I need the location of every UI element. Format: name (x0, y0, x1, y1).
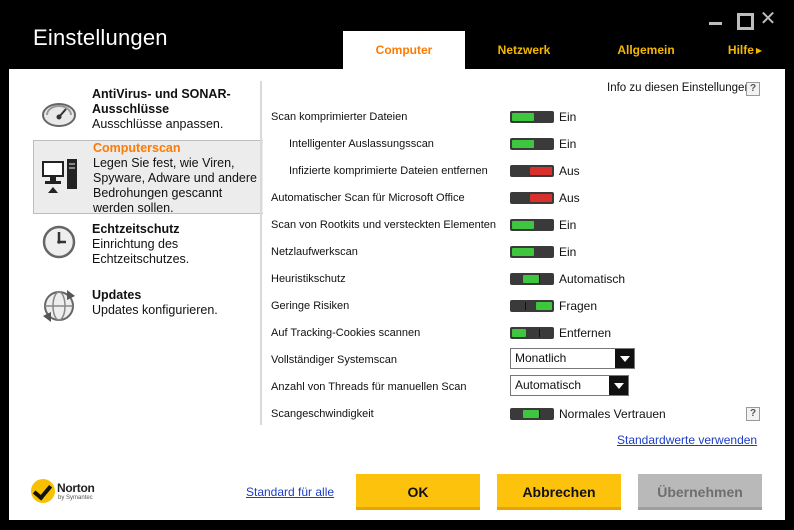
setting-value: Automatisch (559, 272, 626, 286)
setting-row: Vollständiger Systemscan Monatlich (271, 348, 781, 370)
close-button[interactable]: ✕ (759, 8, 777, 30)
setting-toggle[interactable] (510, 165, 554, 177)
sidebar-item-title: Computerscan (93, 141, 181, 155)
tab-hilfe[interactable]: Hilfe ▶ (720, 31, 770, 69)
setting-value: Ein (559, 110, 577, 124)
setting-label: Scangeschwindigkeit (271, 408, 374, 420)
setting-slider[interactable] (510, 327, 554, 339)
setting-value: Ein (559, 137, 577, 151)
setting-label: Intelligenter Auslassungsscan (289, 138, 434, 150)
help-question-icon[interactable]: ? (746, 407, 760, 421)
sidebar-item-title: Updates (92, 288, 142, 302)
setting-row: Geringe Risiken Fragen (271, 296, 781, 316)
setting-label: Scan von Rootkits und versteckten Elemen… (271, 219, 497, 231)
norton-brand: Norton (57, 481, 95, 495)
setting-toggle[interactable] (510, 192, 554, 204)
sidebar-item-title: AntiVirus- und SONAR-Ausschlüsse (92, 87, 231, 116)
setting-label: Auf Tracking-Cookies scannen (271, 327, 421, 339)
threads-select[interactable]: Automatisch (510, 375, 629, 396)
setting-value: Aus (559, 164, 580, 178)
setting-label: Infizierte komprimierte Dateien entferne… (289, 165, 488, 177)
sidebar-item-desc: Ausschlüsse anpassen. (92, 117, 224, 131)
select-value: Automatisch (515, 378, 582, 392)
setting-toggle[interactable] (510, 111, 554, 123)
tab-hilfe-label: Hilfe (727, 43, 754, 57)
sidebar-item-text: Echtzeitschutz Einrichtung des Echtzeits… (92, 222, 262, 267)
sidebar-item-desc: Legen Sie fest, wie Viren, Spyware, Adwa… (93, 156, 257, 215)
setting-slider[interactable] (510, 300, 554, 312)
setting-row: Infizierte komprimierte Dateien entferne… (271, 161, 781, 181)
tab-computer[interactable]: Computer (343, 31, 465, 69)
sidebar-item-desc: Updates konfigurieren. (92, 303, 218, 317)
setting-row: Scan komprimierter Dateien Ein (271, 107, 781, 127)
apply-button[interactable]: Übernehmen (638, 474, 762, 510)
sidebar-item-computerscan[interactable]: Computerscan Legen Sie fest, wie Viren, … (33, 140, 263, 216)
norton-check-icon (31, 479, 55, 503)
ok-button[interactable]: OK (356, 474, 480, 510)
setting-slider[interactable] (510, 273, 554, 285)
sidebar-item-text: Updates Updates konfigurieren. (92, 288, 262, 318)
chevron-down-icon (609, 376, 628, 395)
chevron-down-icon (615, 349, 634, 368)
close-icon: ✕ (759, 8, 777, 30)
setting-row: Auf Tracking-Cookies scannen Entfernen (271, 323, 781, 343)
setting-label: Automatischer Scan für Microsoft Office (271, 192, 465, 204)
setting-toggle[interactable] (510, 138, 554, 150)
setting-value: Ein (559, 245, 577, 259)
setting-row: Automatischer Scan für Microsoft Office … (271, 188, 781, 208)
sidebar-item-antivirus-exclusions[interactable]: AntiVirus- und SONAR-Ausschlüsse Ausschl… (33, 87, 263, 137)
maximize-button[interactable] (735, 10, 754, 30)
clock-icon (42, 225, 76, 259)
setting-toggle[interactable] (510, 219, 554, 231)
setting-row: Heuristikschutz Automatisch (271, 269, 781, 289)
sidebar-item-text: Computerscan Legen Sie fest, wie Viren, … (93, 141, 263, 216)
help-question-icon[interactable]: ? (746, 82, 760, 96)
info-settings-label[interactable]: Info zu diesen Einstellungen (607, 82, 751, 94)
setting-toggle[interactable] (510, 246, 554, 258)
setting-row: Scan von Rootkits und versteckten Elemen… (271, 215, 781, 235)
standard-for-all-link[interactable]: Standard für alle (246, 485, 334, 499)
tab-allgemein[interactable]: Allgemein (605, 31, 687, 69)
footer-bar: Norton by Symantec Standard für alle OK … (9, 450, 785, 520)
setting-value: Entfernen (559, 326, 612, 340)
setting-row: Scangeschwindigkeit Normales Vertrauen (271, 404, 781, 424)
setting-value: Ein (559, 218, 577, 232)
globe-update-icon (43, 290, 75, 322)
settings-panel: AntiVirus- und SONAR-Ausschlüsse Ausschl… (9, 69, 785, 450)
systemscan-select[interactable]: Monatlich (510, 348, 635, 369)
setting-value: Fragen (559, 299, 598, 313)
setting-label: Geringe Risiken (271, 300, 350, 312)
setting-row: Netzlaufwerkscan Ein (271, 242, 781, 262)
setting-slider[interactable] (510, 408, 554, 420)
norton-brand-sub: by Symantec (58, 495, 93, 501)
setting-label: Anzahl von Threads für manuellen Scan (271, 381, 467, 393)
setting-label: Netzlaufwerkscan (271, 246, 358, 258)
cancel-button[interactable]: Abbrechen (497, 474, 621, 510)
chevron-right-icon: ▶ (755, 46, 763, 55)
setting-label: Heuristikschutz (271, 273, 346, 285)
sidebar-item-desc: Einrichtung des Echtzeitschutzes. (92, 237, 190, 266)
tab-netzwerk[interactable]: Netzwerk (483, 31, 565, 69)
sidebar-item-title: Echtzeitschutz (92, 222, 180, 236)
sidebar-item-echtzeitschutz[interactable]: Echtzeitschutz Einrichtung des Echtzeits… (33, 222, 263, 270)
select-value: Monatlich (515, 351, 567, 365)
sidebar-divider (260, 81, 262, 425)
settings-window: Einstellungen ✕ Computer Netzwerk Allgem… (0, 0, 794, 530)
sidebar-item-updates[interactable]: Updates Updates konfigurieren. (33, 288, 263, 324)
computer-icon (42, 159, 77, 193)
setting-value: Aus (559, 191, 580, 205)
window-title: Einstellungen (33, 25, 168, 50)
setting-row: Intelligenter Auslassungsscan Ein (271, 134, 781, 154)
norton-logo: Norton by Symantec (31, 478, 111, 508)
setting-label: Scan komprimierter Dateien (271, 111, 408, 123)
minimize-button[interactable] (707, 10, 725, 28)
use-defaults-link[interactable]: Standardwerte verwenden (617, 433, 757, 447)
setting-row: Anzahl von Threads für manuellen Scan Au… (271, 375, 781, 397)
gauge-icon (42, 103, 76, 127)
setting-value: Normales Vertrauen (559, 407, 666, 421)
sidebar-item-text: AntiVirus- und SONAR-Ausschlüsse Ausschl… (92, 87, 262, 132)
setting-label: Vollständiger Systemscan (271, 354, 397, 366)
